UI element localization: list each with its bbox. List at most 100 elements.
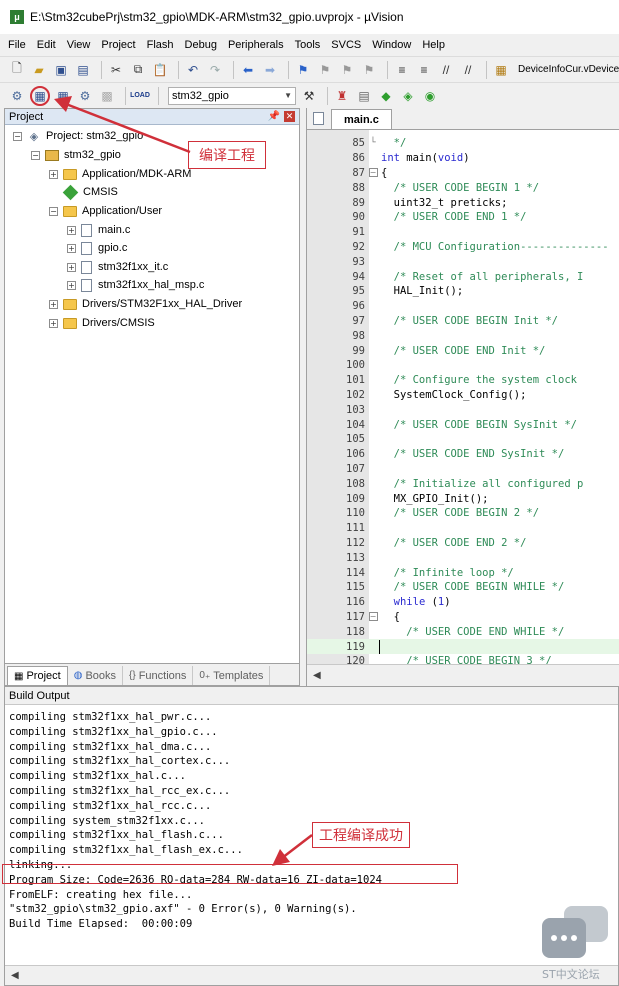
code-line[interactable]: 98 [307, 328, 619, 343]
bookmark-clear-icon[interactable]: ⚑ [360, 61, 378, 79]
tree-item-file[interactable]: + main.c [67, 221, 130, 239]
stop-build-icon[interactable]: ▩ [98, 87, 116, 105]
unindent-icon[interactable]: ≡ [415, 61, 433, 79]
menu-svcs[interactable]: SVCS [331, 39, 361, 51]
code-line[interactable]: 89 uint32_t preticks; [307, 195, 619, 210]
code-line[interactable]: 93 [307, 254, 619, 269]
target-options-icon[interactable]: ⚒ [300, 87, 318, 105]
code-line[interactable]: 97 /* USER CODE BEGIN Init */ [307, 314, 619, 329]
code-line[interactable]: 94 /* Reset of all peripherals, I [307, 269, 619, 284]
indent-icon[interactable]: ≡ [393, 61, 411, 79]
load-download-icon[interactable]: LOAD [130, 87, 150, 105]
code-line[interactable]: 92 /* MCU Configuration-------------- [307, 240, 619, 255]
tree-item-group[interactable]: + Drivers/CMSIS [49, 314, 155, 332]
tree-item-file[interactable]: + gpio.c [67, 239, 127, 257]
collapse-icon[interactable]: − [49, 206, 58, 216]
tree-item-group[interactable]: + Application/MDK-ARM [49, 165, 191, 183]
expand-icon[interactable]: + [49, 169, 58, 179]
pack-installer-icon[interactable]: ◈ [399, 87, 417, 105]
tree-item-group[interactable]: + Drivers/STM32F1xx_HAL_Driver [49, 295, 242, 313]
code-line[interactable]: 115 /* USER CODE BEGIN WHILE */ [307, 580, 619, 595]
menu-edit[interactable]: Edit [37, 39, 56, 51]
code-line[interactable]: 116 while (1) [307, 595, 619, 610]
code-line[interactable]: 100 [307, 358, 619, 373]
tab-project[interactable]: ▦ Project [7, 666, 68, 685]
code-line[interactable]: 105 [307, 432, 619, 447]
tree-item-file[interactable]: + stm32f1xx_it.c [67, 258, 168, 276]
bookmark-icon[interactable]: ⚑ [294, 61, 312, 79]
pin-icon[interactable]: 📌 [268, 111, 280, 122]
bookmark-prev-icon[interactable]: ⚑ [316, 61, 334, 79]
file-extensions-icon[interactable]: ▤ [355, 87, 373, 105]
code-line[interactable]: 101 /* Configure the system clock [307, 373, 619, 388]
build-icon[interactable]: ▦ [30, 85, 50, 106]
collapse-icon[interactable]: − [31, 150, 40, 160]
scroll-left-icon[interactable]: ◀ [313, 670, 321, 681]
code-line[interactable]: 96 [307, 299, 619, 314]
menu-flash[interactable]: Flash [147, 39, 174, 51]
expand-icon[interactable]: + [67, 280, 76, 290]
save-icon[interactable]: ▣ [52, 61, 70, 79]
code-line[interactable]: 119 [307, 639, 619, 654]
uncomment-icon[interactable]: // [459, 61, 477, 79]
menu-help[interactable]: Help [422, 39, 445, 51]
tree-item-file[interactable]: + stm32f1xx_hal_msp.c [67, 276, 204, 294]
code-line[interactable]: 120 /* USER CODE BEGIN 3 */ [307, 654, 619, 664]
manage-components-icon[interactable]: ♜ [333, 87, 351, 105]
code-line[interactable]: 90 /* USER CODE END 1 */ [307, 210, 619, 225]
menu-window[interactable]: Window [372, 39, 411, 51]
redo-icon[interactable]: ↷ [206, 61, 224, 79]
menu-view[interactable]: View [67, 39, 91, 51]
select-packs-icon[interactable]: ◆ [377, 87, 395, 105]
code-line[interactable]: 95 HAL_Init(); [307, 284, 619, 299]
code-line[interactable]: 112 /* USER CODE END 2 */ [307, 536, 619, 551]
tab-books[interactable]: ◍ Books [68, 666, 124, 685]
code-line[interactable]: 117− { [307, 610, 619, 625]
cut-icon[interactable]: ✂ [107, 61, 125, 79]
code-line[interactable]: 111 [307, 521, 619, 536]
code-line[interactable]: 99 /* USER CODE END Init */ [307, 343, 619, 358]
nav-forward-icon[interactable]: ➡ [261, 61, 279, 79]
paste-icon[interactable]: 📋 [151, 61, 169, 79]
fold-collapse-icon[interactable]: − [365, 168, 381, 178]
tab-main-c[interactable]: main.c [331, 109, 392, 129]
tree-item-project[interactable]: − ◈ Project: stm32_gpio [13, 127, 143, 145]
undo-icon[interactable]: ↶ [184, 61, 202, 79]
code-line[interactable]: 114 /* Infinite loop */ [307, 565, 619, 580]
build-horizontal-scrollbar[interactable]: ◀ [5, 965, 618, 985]
code-line[interactable]: 88 /* USER CODE BEGIN 1 */ [307, 180, 619, 195]
code-line[interactable]: 91 [307, 225, 619, 240]
tab-functions[interactable]: {} Functions [123, 666, 194, 685]
code-line[interactable]: 102 SystemClock_Config(); [307, 388, 619, 403]
menu-debug[interactable]: Debug [185, 39, 217, 51]
menu-project[interactable]: Project [101, 39, 135, 51]
code-line[interactable]: 110 /* USER CODE BEGIN 2 */ [307, 506, 619, 521]
copy-icon[interactable]: ⧉ [129, 61, 147, 79]
scroll-left-icon[interactable]: ◀ [11, 970, 19, 981]
tab-templates[interactable]: 0₊ Templates [193, 666, 271, 685]
target-select[interactable]: stm32_gpio ▼ [168, 86, 296, 105]
expand-icon[interactable]: + [67, 225, 76, 235]
tree-item-target[interactable]: − stm32_gpio [31, 146, 121, 164]
tree-item-group[interactable]: CMSIS [62, 183, 118, 201]
menu-file[interactable]: File [8, 39, 26, 51]
close-icon[interactable]: ✕ [284, 111, 295, 122]
run-time-env-icon[interactable]: ◉ [421, 87, 439, 105]
editor-horizontal-scrollbar[interactable]: ◀ [307, 664, 619, 686]
code-line[interactable]: 86 int main(void) [307, 151, 619, 166]
tree-item-group[interactable]: − Application/User [49, 202, 162, 220]
batch-build-icon[interactable]: ⚙ [76, 87, 94, 105]
translate-icon[interactable]: ⚙ [8, 87, 26, 105]
rebuild-icon[interactable]: ▦ [54, 87, 72, 105]
menu-peripherals[interactable]: Peripherals [228, 39, 284, 51]
code-line[interactable]: 106 /* USER CODE END SysInit */ [307, 447, 619, 462]
code-line[interactable]: 87−{ [307, 166, 619, 181]
save-all-icon[interactable]: ▤ [74, 61, 92, 79]
menu-tools[interactable]: Tools [295, 39, 321, 51]
code-line[interactable]: 108 /* Initialize all configured p [307, 476, 619, 491]
expand-icon[interactable]: + [67, 243, 76, 253]
expand-icon[interactable]: + [49, 299, 58, 309]
code-line[interactable]: 103 [307, 402, 619, 417]
code-line[interactable]: 85 └ */ [307, 136, 619, 151]
code-area[interactable]: 85 └ */86 int main(void) 87−{88 /* USER COD… [307, 130, 619, 664]
